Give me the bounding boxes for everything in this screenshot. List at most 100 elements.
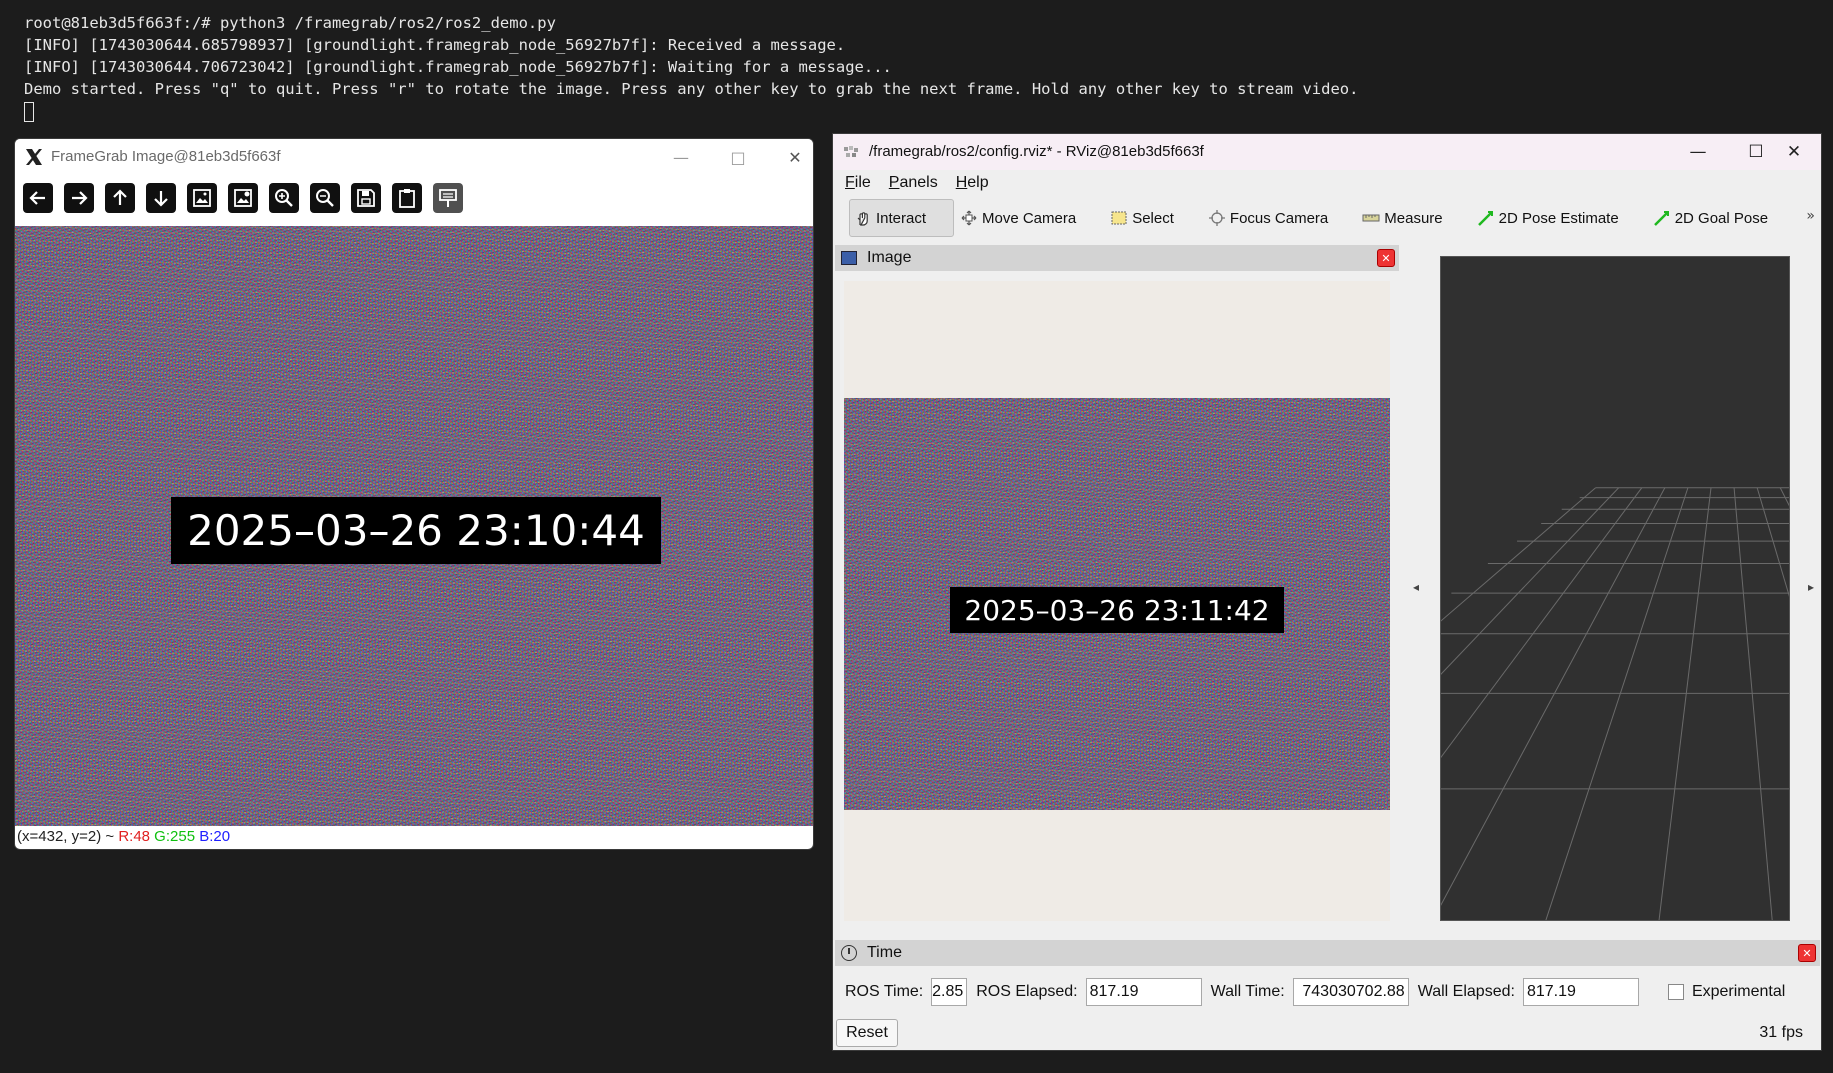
reset-button[interactable]: Reset xyxy=(836,1019,898,1047)
wall-elapsed-field[interactable]: 817.19 xyxy=(1522,978,1639,1006)
arrow-up-icon[interactable] xyxy=(105,183,135,213)
menu-file[interactable]: File xyxy=(845,174,871,192)
collapse-right-icon[interactable]: ▸ xyxy=(1808,580,1814,594)
move-camera-tool-button[interactable]: Move Camera xyxy=(956,199,1090,237)
select-icon xyxy=(1111,211,1127,225)
menu-help[interactable]: Help xyxy=(956,174,989,192)
image-panel-icon xyxy=(841,251,857,265)
grid-line xyxy=(1441,487,1666,906)
grid-line xyxy=(1658,487,1712,920)
tool-label: 2D Pose Estimate xyxy=(1498,209,1619,227)
x11-logo-icon xyxy=(26,149,42,165)
tool-label: 2D Goal Pose xyxy=(1674,209,1769,227)
grid-line xyxy=(1441,487,1596,622)
move-camera-icon xyxy=(961,210,977,226)
interact-tool-button[interactable]: Interact xyxy=(849,199,954,237)
arrow-down-icon[interactable] xyxy=(146,183,176,213)
hand-pointer-icon xyxy=(857,212,868,226)
rviz-image: 2025–03–26 23:11:42 xyxy=(844,398,1390,810)
clipboard-icon[interactable] xyxy=(392,183,422,213)
tool-label: Move Camera xyxy=(982,209,1077,227)
zoom-in-icon[interactable] xyxy=(269,183,299,213)
wall-time-field[interactable]: 743030702.88 xyxy=(1292,978,1409,1006)
grid-line xyxy=(1441,487,1643,759)
close-panel-icon[interactable]: ✕ xyxy=(1377,249,1395,267)
image-icon[interactable] xyxy=(187,183,217,213)
tool-label: Interact xyxy=(876,209,927,227)
image-timestamp: 2025–03–26 23:11:42 xyxy=(950,587,1284,633)
pixel-coords: (x=432, y=2) ~ xyxy=(17,828,119,845)
menu-panels[interactable]: Panels xyxy=(889,174,938,192)
ground-grid xyxy=(1441,487,1789,920)
image-panel-view[interactable]: 2025–03–26 23:11:42 xyxy=(844,281,1390,921)
focus-camera-tool-button[interactable]: Focus Camera xyxy=(1204,199,1342,237)
rviz-app-icon xyxy=(844,146,858,157)
experimental-label: Experimental xyxy=(1691,983,1786,1000)
minimize-button[interactable]: — xyxy=(661,145,701,169)
experimental-checkbox[interactable] xyxy=(1667,984,1684,1000)
terminal-line: [INFO] [1743030644.706723042] [groundlig… xyxy=(24,58,892,76)
image-settings-icon[interactable] xyxy=(228,183,258,213)
pixel-status-bar: (x=432, y=2) ~ R:48 G:255 B:20 xyxy=(17,828,230,845)
terminal-output: root@81eb3d5f663f:/# python3 /framegrab/… xyxy=(24,12,1358,122)
ros-time-field[interactable]: 2.85 xyxy=(931,978,968,1006)
arrow-right-icon[interactable] xyxy=(64,183,94,213)
collapse-left-icon[interactable]: ◂ xyxy=(1413,580,1419,594)
ros-elapsed-label: ROS Elapsed: xyxy=(976,983,1078,1000)
maximize-button[interactable]: □ xyxy=(718,145,758,169)
framegrab-image[interactable]: 2025–03–26 23:10:44 xyxy=(15,226,813,826)
green-arrow-icon xyxy=(1477,211,1493,226)
grid-line xyxy=(1545,487,1689,920)
window-title: /framegrab/ros2/config.rviz* - RViz@81eb… xyxy=(869,143,1204,160)
grid-line xyxy=(1733,487,1773,920)
fps-indicator: 31 fps xyxy=(1759,1024,1803,1041)
rviz-titlebar[interactable]: /framegrab/ros2/config.rviz* - RViz@81eb… xyxy=(833,134,1821,170)
properties-icon[interactable] xyxy=(433,183,463,213)
tool-label: Focus Camera xyxy=(1229,209,1329,227)
green-arrow-icon xyxy=(1653,211,1669,226)
pixel-green: G:255 xyxy=(154,828,196,845)
pixel-blue: B:20 xyxy=(199,828,231,845)
tool-label: Select xyxy=(1132,209,1174,227)
select-tool-button[interactable]: Select xyxy=(1106,199,1188,237)
tools-toolbar: Interact Move Camera Select Focus Camera… xyxy=(833,198,1821,238)
terminal-line: root@81eb3d5f663f:/# python3 /framegrab/… xyxy=(24,14,556,32)
panel-title: Image xyxy=(867,249,912,266)
zoom-out-icon[interactable] xyxy=(310,183,340,213)
image-timestamp: 2025–03–26 23:10:44 xyxy=(171,497,661,564)
close-button[interactable]: ✕ xyxy=(1770,138,1818,166)
ros-time-label: ROS Time: xyxy=(845,983,924,1000)
measure-tool-button[interactable]: Measure xyxy=(1358,199,1456,237)
goal-pose-tool-button[interactable]: 2D Goal Pose xyxy=(1649,199,1782,237)
framegrab-window[interactable]: FrameGrab Image@81eb3d5f663f — □ ✕ 2025–… xyxy=(14,138,814,850)
grid-line xyxy=(1779,487,1789,507)
rviz-window[interactable]: /framegrab/ros2/config.rviz* - RViz@81eb… xyxy=(832,133,1822,1051)
toolbar-overflow-icon[interactable]: » xyxy=(1806,208,1815,224)
time-panel-header[interactable]: Time ✕ xyxy=(835,940,1820,966)
pose-estimate-tool-button[interactable]: 2D Pose Estimate xyxy=(1473,199,1633,237)
close-button[interactable]: ✕ xyxy=(775,145,813,169)
focus-camera-icon xyxy=(1208,210,1225,226)
close-panel-icon[interactable]: ✕ xyxy=(1798,944,1816,962)
clock-icon xyxy=(841,945,857,961)
panel-title: Time xyxy=(867,944,902,961)
minimize-button[interactable]: — xyxy=(1674,138,1722,166)
save-icon[interactable] xyxy=(351,183,381,213)
menu-bar: File Panels Help xyxy=(833,170,1821,196)
grid-line xyxy=(1756,487,1789,597)
window-title: FrameGrab Image@81eb3d5f663f xyxy=(51,148,281,165)
3d-view[interactable] xyxy=(1440,256,1790,921)
image-panel-header[interactable]: Image ✕ xyxy=(835,245,1399,271)
terminal-line: [INFO] [1743030644.685798937] [groundlig… xyxy=(24,36,846,54)
terminal-line: Demo started. Press "q" to quit. Press "… xyxy=(24,80,1359,98)
ros-elapsed-field[interactable]: 817.19 xyxy=(1085,978,1202,1006)
pixel-red: R:48 xyxy=(118,828,150,845)
time-panel-row: ROS Time: 2.85 ROS Elapsed: 817.19 Wall … xyxy=(845,977,1785,1007)
wall-elapsed-label: Wall Elapsed: xyxy=(1417,983,1515,1000)
tool-label: Measure xyxy=(1384,209,1443,227)
ruler-icon xyxy=(1362,214,1380,222)
arrow-left-icon[interactable] xyxy=(23,183,53,213)
framegrab-toolbar xyxy=(23,183,463,217)
wall-time-label: Wall Time: xyxy=(1210,983,1285,1000)
framegrab-titlebar[interactable]: FrameGrab Image@81eb3d5f663f — □ ✕ xyxy=(15,139,813,175)
